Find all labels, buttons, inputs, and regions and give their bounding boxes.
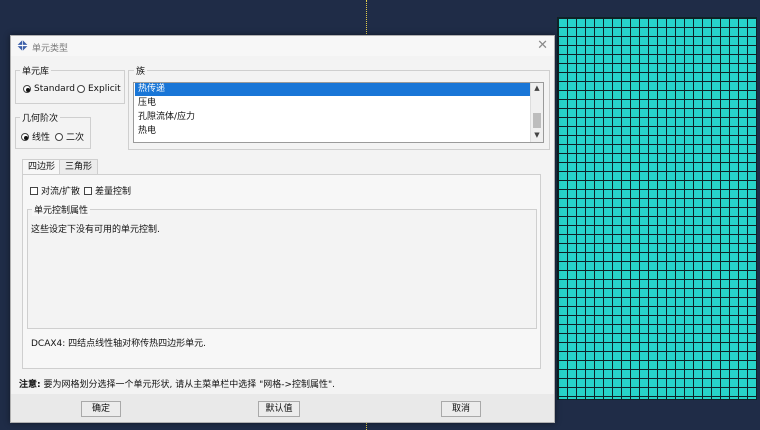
radio-quadratic-label: 二次 <box>66 133 85 143</box>
ok-button[interactable]: 确定 <box>81 401 121 417</box>
checkbox-convection-diffusion[interactable]: 对流/扩散 <box>30 184 80 197</box>
family-list[interactable]: 热传递 压电 孔隙流体/应力 热电 ▲ ▼ <box>133 82 544 143</box>
dialog-titlebar[interactable]: 单元类型 ✕ <box>11 36 554 56</box>
scroll-down-icon[interactable]: ▼ <box>531 130 543 141</box>
element-controls-message: 这些设定下没有可用的单元控制. <box>31 225 160 235</box>
radio-quadratic[interactable]: 二次 <box>55 130 84 143</box>
radio-explicit-label: Explicit <box>88 84 121 94</box>
library-label: 单元库 <box>20 64 52 77</box>
element-description: DCAX4: 四结点线性轴对称传热四边形单元. <box>31 339 207 349</box>
radio-linear-indicator <box>21 132 29 141</box>
family-item-thermal-electric[interactable]: 热电 <box>135 125 532 138</box>
note-label: 注意: <box>19 380 41 390</box>
checkbox-convection-diffusion-label: 对流/扩散 <box>41 187 81 197</box>
abaqus-logo-icon <box>17 40 28 51</box>
element-type-dialog: 单元类型 ✕ 单元库 Standard Explicit 几何阶次 线性 二次 … <box>10 35 555 423</box>
button-bar: 确定 默认值 取消 <box>11 394 554 422</box>
checkbox-difference-control[interactable]: 差量控制 <box>84 184 131 197</box>
family-item-heat-transfer[interactable]: 热传递 <box>135 83 532 96</box>
element-controls-label: 单元控制属性 <box>32 203 91 216</box>
checkbox-difference-control-box <box>84 186 92 195</box>
radio-explicit-indicator <box>77 85 85 93</box>
cancel-button[interactable]: 取消 <box>441 401 481 417</box>
family-item-piezoelectric[interactable]: 压电 <box>135 97 532 110</box>
tab-tri[interactable]: 三角形 <box>59 159 99 175</box>
family-item-pore-fluid-stress[interactable]: 孔隙流体/应力 <box>135 111 532 124</box>
defaults-button[interactable]: 默认值 <box>258 401 300 417</box>
radio-standard[interactable]: Standard <box>23 84 75 94</box>
radio-linear[interactable]: 线性 <box>21 130 50 143</box>
mesh-model <box>557 17 757 400</box>
radio-explicit[interactable]: Explicit <box>77 84 121 94</box>
checkbox-convection-diffusion-box <box>30 186 38 195</box>
radio-standard-label: Standard <box>34 84 75 94</box>
family-label: 族 <box>134 64 148 77</box>
note-text: 要为网格划分选择一个单元形状, 请从主菜单栏中选择 "网格->控制属性". <box>43 380 335 390</box>
checkbox-difference-control-label: 差量控制 <box>95 187 132 197</box>
scroll-thumb[interactable] <box>533 113 541 128</box>
dialog-title: 单元类型 <box>32 44 69 54</box>
radio-linear-label: 线性 <box>32 133 51 143</box>
order-label: 几何阶次 <box>20 111 61 124</box>
scroll-up-icon[interactable]: ▲ <box>531 83 543 94</box>
radio-standard-indicator <box>23 85 31 93</box>
family-scrollbar[interactable]: ▲ ▼ <box>530 83 543 142</box>
radio-quadratic-indicator <box>55 132 63 141</box>
note-line: 注意: 要为网格划分选择一个单元形状, 请从主菜单栏中选择 "网格->控制属性"… <box>19 377 335 390</box>
close-icon[interactable]: ✕ <box>537 38 548 53</box>
